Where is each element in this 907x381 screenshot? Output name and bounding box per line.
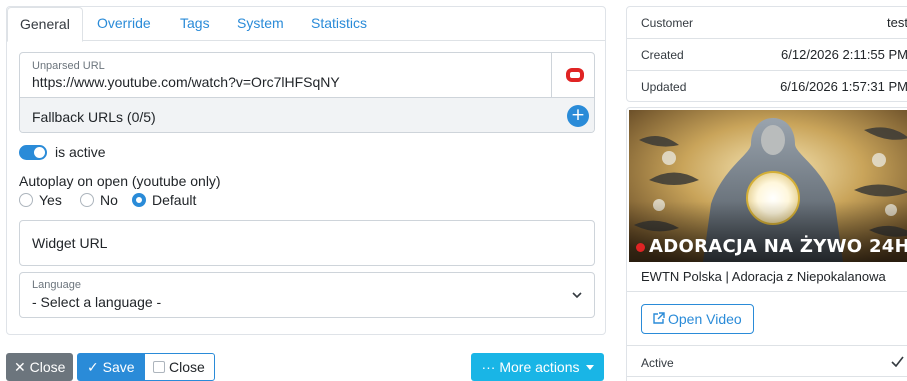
video-thumbnail[interactable]: ADORACJA NA ŻYWO 24H: [629, 110, 907, 262]
autoplay-default-label: Default: [152, 192, 197, 208]
url-field-label: Unparsed URL: [32, 60, 105, 72]
thumbnail-caption: ADORACJA NA ŻYWO 24H: [649, 236, 907, 257]
close-after-save-label: Close: [169, 359, 205, 375]
close-icon: ✕: [14, 359, 30, 375]
autoplay-label: Autoplay on open (youtube only): [19, 173, 221, 189]
add-fallback-url-button[interactable]: +: [567, 105, 589, 127]
general-card: General Override Tags System Statistics …: [6, 6, 606, 335]
tab-system[interactable]: System: [237, 7, 284, 41]
fallback-urls-row: Fallback URLs (0/5) +: [20, 97, 594, 132]
tab-statistics[interactable]: Statistics: [311, 7, 367, 41]
checkmark-icon: [891, 356, 904, 367]
youtube-icon[interactable]: [565, 66, 585, 84]
language-value: - Select a language -: [32, 294, 162, 310]
close-button-label: Close: [29, 359, 66, 375]
info-key: Customer: [641, 16, 694, 30]
info-key: Created: [641, 48, 684, 62]
tab-bar: General Override Tags System Statistics: [7, 7, 605, 42]
autoplay-radio-group: Yes No Default: [19, 191, 279, 209]
url-field-value[interactable]: https://www.youtube.com/watch?v=Orc7lHFS…: [32, 74, 340, 90]
video-card: ADORACJA NA ŻYWO 24H EWTN Polska | Adora…: [626, 107, 907, 381]
info-row-customer: Customer test: [627, 7, 907, 39]
url-group: Unparsed URL https://www.youtube.com/wat…: [19, 52, 595, 133]
language-label: Language: [32, 279, 81, 291]
open-video-label: Open Video: [668, 311, 742, 327]
divider: [627, 376, 907, 377]
info-card: Customer test Created 6/12/2026 2:11:55 …: [626, 6, 907, 102]
widget-url-label: Widget URL: [32, 235, 108, 251]
active-label: Active: [641, 356, 674, 370]
close-after-save-checkbox[interactable]: [153, 361, 165, 373]
autoplay-yes-radio[interactable]: [19, 193, 33, 207]
info-key: Updated: [641, 80, 687, 94]
fallback-urls-label: Fallback URLs (0/5): [32, 109, 156, 125]
tab-general[interactable]: General: [7, 7, 83, 42]
external-link-icon: [653, 312, 665, 324]
language-select[interactable]: Language - Select a language -: [19, 272, 595, 318]
autoplay-yes-label: Yes: [39, 192, 62, 208]
autoplay-no-radio[interactable]: [80, 193, 94, 207]
tab-tags[interactable]: Tags: [180, 7, 210, 41]
chevron-down-icon: [572, 292, 582, 299]
close-button[interactable]: ✕ Close: [6, 353, 73, 381]
info-row-created: Created 6/12/2026 2:11:55 PM: [627, 39, 907, 71]
tab-override[interactable]: Override: [97, 7, 151, 41]
provider-cell: [551, 53, 594, 97]
more-actions-button[interactable]: ··· More actions: [471, 353, 604, 381]
info-value: test: [887, 15, 907, 30]
video-title: EWTN Polska | Adoracja z Niepokalanowa: [641, 269, 886, 284]
caret-down-icon: [585, 365, 594, 370]
divider: [627, 345, 907, 346]
is-active-label: is active: [55, 144, 106, 160]
more-actions-label: More actions: [499, 359, 580, 375]
live-indicator-icon: [636, 243, 645, 252]
save-button-label: Save: [102, 359, 135, 375]
open-video-button[interactable]: Open Video: [641, 304, 754, 334]
is-active-toggle[interactable]: [19, 145, 47, 160]
check-icon: ✓: [87, 359, 103, 375]
info-row-updated: Updated 6/16/2026 1:57:31 PM: [627, 71, 907, 103]
ellipsis-icon: ···: [481, 359, 500, 375]
autoplay-default-radio[interactable]: [132, 193, 146, 207]
info-value: 6/12/2026 2:11:55 PM: [781, 47, 907, 62]
video-title-row: EWTN Polska | Adoracja z Niepokalanowa: [627, 262, 907, 292]
url-field[interactable]: Unparsed URL https://www.youtube.com/wat…: [20, 53, 551, 97]
info-value: 6/16/2026 1:57:31 PM: [780, 79, 907, 94]
save-button[interactable]: ✓ Save: [77, 353, 145, 381]
close-after-save-toggle[interactable]: Close: [144, 353, 215, 381]
widget-url-field[interactable]: Widget URL: [19, 220, 595, 266]
autoplay-no-label: No: [100, 192, 118, 208]
